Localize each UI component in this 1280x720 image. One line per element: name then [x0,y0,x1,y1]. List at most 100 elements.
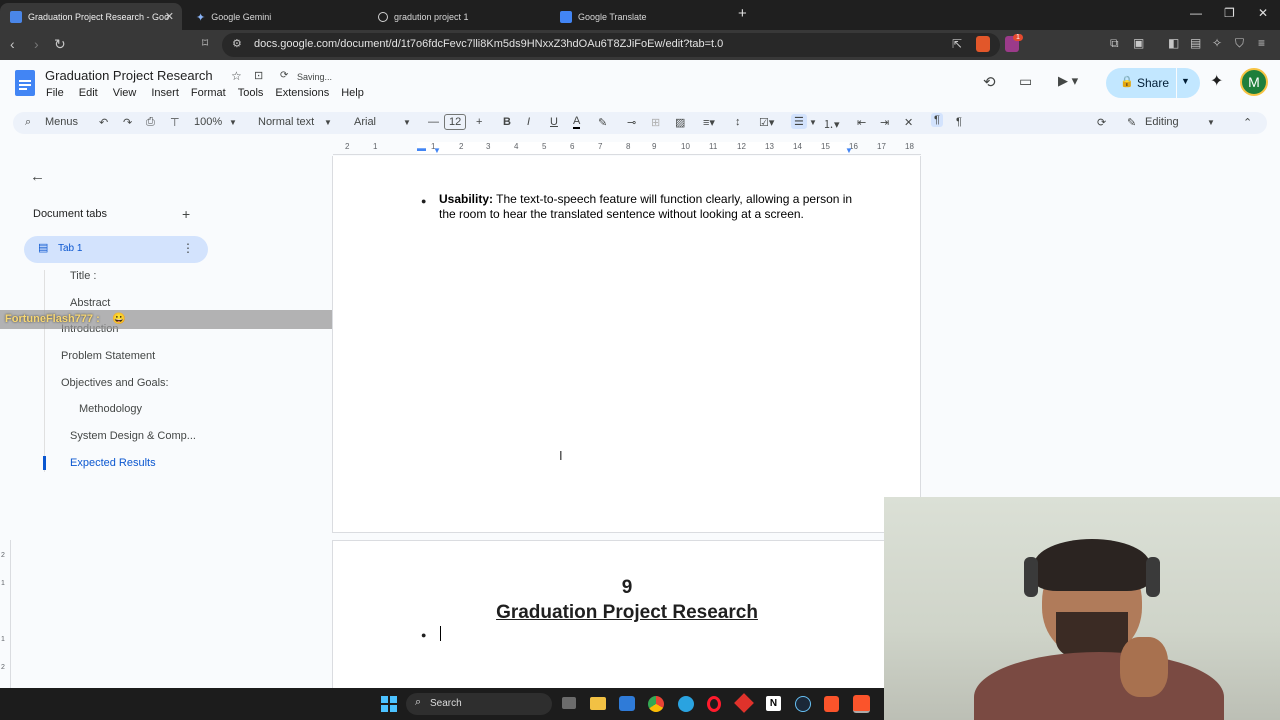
first-line-indent-marker[interactable]: ▼ [433,146,441,155]
add-tab-button[interactable]: + [182,206,190,222]
share-page-icon[interactable]: ⇱ [952,37,962,51]
task-view-icon[interactable] [562,697,576,709]
file-explorer-icon[interactable] [590,697,606,710]
comments-icon[interactable]: ▭ [1019,73,1032,90]
font-size-input[interactable]: 12 [444,114,467,130]
left-indent-marker[interactable]: ▬ [417,143,426,153]
taskbar-search[interactable]: ⌕ Search [406,693,552,715]
anydesk-icon[interactable] [734,693,754,713]
tab-1-item[interactable]: ▤ Tab 1 ⋮ [24,236,208,263]
decrease-indent-icon[interactable]: ⇤ [857,116,866,129]
increase-indent-icon[interactable]: ⇥ [880,116,889,129]
avatar[interactable]: M [1240,68,1268,96]
redo-icon[interactable]: ↷ [123,116,132,129]
docs-logo-icon[interactable] [15,70,35,96]
bold-icon[interactable]: B [503,116,511,128]
meet-icon[interactable]: ▶ ▾ [1058,73,1078,89]
font-select[interactable]: Arial [354,116,376,128]
minimize-icon[interactable]: — [1190,6,1202,20]
chrome-icon[interactable] [648,696,664,712]
windows-start-icon[interactable] [381,696,397,712]
brave-taskbar-icon[interactable] [824,696,839,712]
outlook-icon[interactable] [619,696,635,711]
undo-icon[interactable]: ↶ [99,116,108,129]
menus-search[interactable]: Menus [45,116,78,128]
horizontal-ruler[interactable]: 2 1 1 2 3 4 5 6 7 8 9 10 11 12 13 14 15 … [333,142,921,156]
menu-format[interactable]: Format [191,87,226,99]
address-bar[interactable]: ⚙ docs.google.com/document/d/1t7o6fdcFev… [222,33,1000,57]
underline-icon[interactable]: U [550,116,558,128]
telegram-icon[interactable] [678,696,694,712]
share-button[interactable]: 🔒 Share ▼ [1106,68,1200,98]
right-indent-marker[interactable]: ▼ [845,146,853,155]
move-folder-icon[interactable]: ⊡ [254,69,263,82]
mode-dropdown-icon[interactable]: ▼ [1207,118,1215,127]
close-tab-icon[interactable]: ✕ [165,10,174,23]
close-window-icon[interactable]: ✕ [1258,6,1268,20]
gemini-toolbar-icon[interactable]: ⟳ [1097,116,1106,129]
bookmark-icon[interactable]: ⌑ [202,36,208,50]
sidebar-icon[interactable]: ◧ [1168,36,1179,50]
bullet-paragraph[interactable]: Usability: The text-to-speech feature wi… [439,192,859,222]
menu-view[interactable]: View [113,87,137,99]
zoom-dropdown-icon[interactable]: ▼ [229,118,237,127]
gemini-icon[interactable]: ✦ [1210,71,1223,91]
menu-file[interactable]: File [46,87,64,99]
back-icon[interactable]: ‹ [10,36,15,52]
outline-item-objectives[interactable]: Objectives and Goals: [61,377,169,389]
style-select[interactable]: Normal text [258,116,314,128]
star-icon[interactable]: ☆ [231,69,242,83]
tab-options-icon[interactable]: ⋮ [182,241,194,255]
vpn-icon[interactable]: ⛉ [1235,36,1244,51]
zoom-select[interactable]: 100% [194,116,222,128]
bulleted-list-icon[interactable]: ☰ [791,114,807,129]
highlight-icon[interactable]: ✎ [598,116,607,129]
menu-help[interactable]: Help [341,87,364,99]
brave-shield-icon[interactable] [976,36,990,52]
extensions-icon[interactable]: ⧉ [1110,36,1119,51]
menu-edit[interactable]: Edit [79,87,98,99]
outline-item-system-design[interactable]: System Design & Comp... [70,430,196,442]
increase-font-size-icon[interactable]: + [476,116,482,128]
decrease-font-size-icon[interactable]: — [428,116,439,128]
style-dropdown-icon[interactable]: ▼ [324,118,332,127]
bulleted-list-dropdown-icon[interactable]: ▼ [809,118,817,127]
outline-item-abstract[interactable]: Abstract [70,297,110,309]
restore-icon[interactable]: ❐ [1224,6,1235,20]
outline-item-expected-results[interactable]: Expected Results [70,457,156,469]
checklist-icon[interactable]: ☑▾ [759,116,774,129]
wallet-icon[interactable]: ▤ [1190,36,1201,50]
outline-item-title[interactable]: Title : [70,270,97,282]
outline-item-methodology[interactable]: Methodology [79,403,142,415]
font-dropdown-icon[interactable]: ▼ [403,118,411,127]
reload-icon[interactable]: ↻ [54,36,66,53]
hide-menus-icon[interactable]: ⌃ [1243,116,1252,129]
line-spacing-icon[interactable]: ↕ [735,116,741,128]
browser-menu-icon[interactable]: ≡ [1258,36,1265,50]
page-heading[interactable]: Graduation Project Research [333,602,921,624]
forward-icon[interactable]: › [34,36,39,52]
menu-extensions[interactable]: Extensions [275,87,329,99]
leo-ai-icon[interactable]: ✧ [1212,36,1222,50]
document-page[interactable]: ● Usability: The text-to-speech feature … [332,156,921,533]
clear-formatting-icon[interactable]: ✕ [904,116,913,129]
version-history-icon[interactable]: ⟲ [983,73,996,91]
site-info-icon[interactable]: ⚙ [232,37,242,50]
numbered-list-icon[interactable]: ⒈▾ [823,116,840,132]
add-comment-icon[interactable]: ⊞ [651,116,660,129]
screenshot-icon[interactable]: ▣ [1133,36,1144,50]
notion-icon[interactable]: N [766,696,781,711]
editing-mode-select[interactable]: Editing [1145,116,1179,128]
brave-active-taskbar-icon[interactable] [853,695,870,713]
menu-insert[interactable]: Insert [151,87,179,99]
browser-tab-gemini[interactable]: ✦ Google Gemini [186,3,362,30]
browser-tab-translate[interactable]: Google Translate [550,3,730,30]
back-arrow-icon[interactable]: ← [30,168,45,185]
outline-item-problem-statement[interactable]: Problem Statement [61,350,155,362]
text-color-icon[interactable]: A [573,116,581,129]
insert-image-icon[interactable]: ▨ [675,116,685,129]
align-icon[interactable]: ≡▾ [703,116,715,129]
italic-icon[interactable]: I [527,116,530,128]
paint-format-icon[interactable]: ⊤ [170,116,180,129]
browser-tab-docs[interactable]: Graduation Project Research - Goo ✕ [0,3,182,30]
